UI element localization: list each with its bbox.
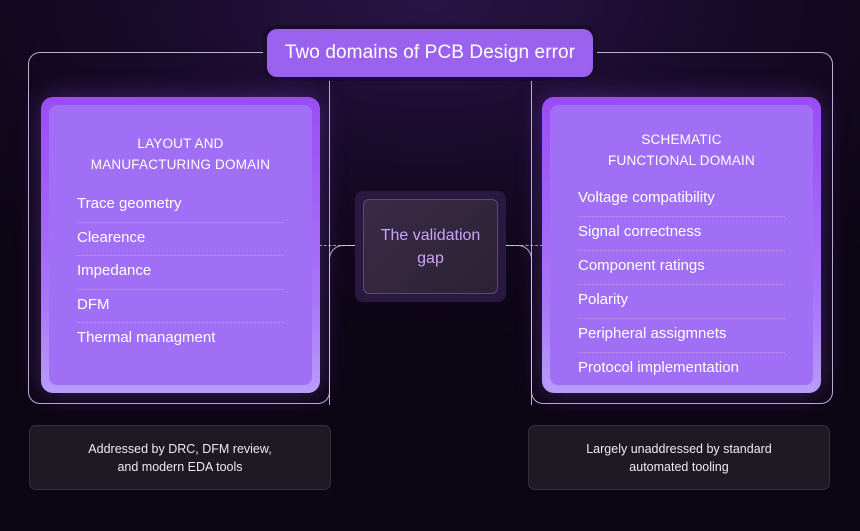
left-connector-curve [329,245,355,405]
domain-item: Trace geometry [77,189,284,223]
domain-item: Impedance [77,256,284,290]
domain-item-list: Trace geometry Clearence Impedance DFM T… [49,189,312,357]
domain-item: Clearence [77,223,284,256]
domain-item: Polarity [578,285,785,319]
domain-item: Peripheral assigmnets [578,319,785,353]
domain-item: Thermal managment [77,329,216,346]
schematic-functional-domain-card: SCHEMATIC FUNCTIONAL DOMAIN Voltage comp… [542,97,821,393]
right-connector-curve [506,245,532,405]
layout-manufacturing-domain-card: LAYOUT AND MANUFACTURING DOMAIN Trace ge… [41,97,320,393]
diagram-title: Two domains of PCB Design error [267,29,593,77]
left-dashed-connector [319,245,355,246]
domain-item: Component ratings [578,251,785,285]
domain-item: Protocol implementation [578,359,739,376]
domain-card-inner: LAYOUT AND MANUFACTURING DOMAIN Trace ge… [49,105,312,385]
domain-item-list: Voltage compatibility Signal correctness… [550,183,813,387]
domain-card-inner: SCHEMATIC FUNCTIONAL DOMAIN Voltage comp… [550,105,813,385]
validation-gap-label: The validation gap [363,199,498,294]
domain-item: Signal correctness [578,217,785,251]
domain-item: DFM [77,290,284,323]
right-domain-note: Largely unaddressed by standard automate… [528,425,830,490]
right-dashed-connector [506,245,543,246]
left-domain-note: Addressed by DRC, DFM review, and modern… [29,425,331,490]
domain-title: SCHEMATIC FUNCTIONAL DOMAIN [608,132,755,168]
validation-gap-box: The validation gap [355,191,506,302]
domain-item: Voltage compatibility [578,183,785,217]
domain-title: LAYOUT AND MANUFACTURING DOMAIN [90,136,271,172]
